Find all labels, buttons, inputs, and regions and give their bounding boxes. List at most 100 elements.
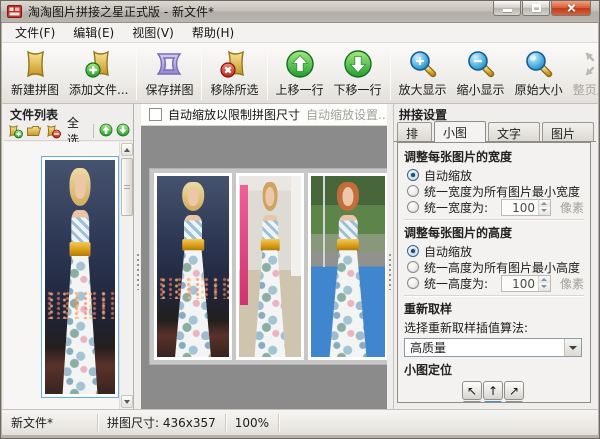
toolbar: 新建拼图 添加文件... 保存拼图 移除所选 上移一行 (2, 43, 598, 104)
menu-help[interactable]: 帮助(H) (183, 22, 243, 43)
file-thumbnail-selected[interactable] (41, 156, 119, 398)
section-divider (404, 219, 584, 220)
height-fixed-option[interactable]: 统一高度为: 100 像素 (404, 275, 584, 291)
menu-view[interactable]: 视图(V) (123, 22, 183, 43)
maximize-button[interactable] (522, 1, 550, 16)
scroll-up-icon[interactable] (121, 143, 133, 156)
minimize-button[interactable] (493, 1, 521, 16)
settings-panel: 拼接设置 排版 小图缩放 文字水印 图片水印 调整每张图片的宽度 自动缩放 统一… (393, 104, 596, 409)
tab-image-watermark[interactable]: 图片水印 (542, 122, 594, 141)
position-right-button[interactable]: → (504, 401, 524, 403)
collage-image-3[interactable] (308, 173, 387, 360)
file-list (4, 142, 133, 409)
collage-canvas[interactable] (141, 126, 387, 409)
autoscale-label[interactable]: 自动缩放以限制拼图尺寸 (168, 106, 300, 123)
position-left-button[interactable]: ← (462, 401, 482, 403)
title-bar[interactable]: 淘淘图片拼接之星正式版 - 新文件* (1, 1, 599, 23)
spinner-up-icon[interactable] (539, 200, 550, 208)
close-icon (566, 3, 577, 14)
position-up-right-button[interactable]: ↗ (504, 381, 524, 400)
menu-bar: 文件(F) 编辑(E) 视图(V) 帮助(H) (2, 23, 598, 43)
scroll-down-icon[interactable] (121, 395, 133, 408)
radio-icon[interactable] (407, 261, 419, 273)
actual-size-button[interactable]: 原始大小 (510, 46, 568, 99)
option-label: 统一宽度为: (424, 199, 488, 216)
add-file-icon[interactable] (7, 123, 23, 139)
spinner-up-icon[interactable] (539, 276, 550, 284)
move-file-up-icon[interactable] (99, 123, 113, 139)
save-collage-button[interactable]: 保存拼图 (140, 46, 198, 99)
maximize-icon (532, 4, 541, 12)
fit-page-icon (581, 48, 600, 80)
move-row-up-icon (284, 48, 316, 80)
radio-selected-icon[interactable] (407, 169, 419, 181)
move-row-up-button[interactable]: 上移一行 (271, 46, 329, 99)
spinner-down-icon[interactable] (539, 207, 550, 215)
scrollbar-thumb[interactable] (121, 158, 133, 216)
tab-image-scaling[interactable]: 小图缩放 (434, 121, 486, 142)
remove-selected-button[interactable]: 移除所选 (205, 46, 263, 99)
zoom-in-button[interactable]: 放大显示 (394, 46, 452, 99)
menu-file[interactable]: 文件(F) (6, 22, 64, 43)
photo-night (157, 176, 229, 357)
remove-file-icon[interactable] (45, 123, 61, 139)
menu-edit[interactable]: 编辑(E) (64, 22, 123, 43)
radio-icon[interactable] (407, 277, 419, 289)
figure-part (261, 239, 280, 251)
file-list-scrollbar[interactable] (119, 142, 133, 409)
resample-section-title: 重新取样 (404, 300, 584, 317)
toolbar-button-label: 下移一行 (334, 81, 382, 98)
position-up-left-button[interactable]: ↖ (462, 381, 482, 400)
autoscale-settings-link: 自动缩放设置... (306, 106, 389, 123)
status-file-name: 新文件* (2, 414, 98, 432)
unit-label: 像素 (560, 199, 584, 216)
close-button[interactable] (551, 1, 591, 16)
radio-selected-icon[interactable] (407, 245, 419, 257)
collage-image-1[interactable] (154, 173, 232, 360)
figure-part (337, 239, 359, 251)
unit-label: 像素 (560, 275, 584, 292)
move-file-down-icon[interactable] (116, 123, 130, 139)
tab-layout[interactable]: 排版 (397, 122, 432, 141)
option-label: 统一高度为所有图片最小高度 (424, 259, 580, 276)
new-collage-button[interactable]: 新建拼图 (6, 46, 64, 99)
autoscale-checkbox[interactable] (149, 108, 162, 121)
toolbar-button-label: 整页显示 (573, 81, 600, 98)
height-section-title: 调整每张图片的高度 (404, 224, 584, 241)
toolbar-button-label: 新建拼图 (11, 81, 59, 98)
tab-text-watermark[interactable]: 文字水印 (488, 122, 540, 141)
radio-icon[interactable] (407, 201, 419, 213)
spinner-down-icon[interactable] (539, 283, 550, 291)
toolbar-separator (201, 48, 202, 100)
main-area: 文件列表 全选 (2, 104, 598, 409)
width-auto-option[interactable]: 自动缩放 (404, 167, 584, 183)
toolbar-button-label: 保存拼图 (145, 81, 193, 98)
figure-part (70, 242, 91, 257)
photo-carpet (311, 176, 385, 357)
height-value-spinner[interactable]: 100 (501, 275, 551, 292)
add-files-button[interactable]: 添加文件... (64, 46, 133, 99)
figure-part (188, 187, 199, 206)
width-min-option[interactable]: 统一宽度为所有图片最小宽度 (404, 183, 584, 199)
zoom-in-icon (407, 48, 439, 80)
position-up-button[interactable]: ↑ (483, 381, 503, 400)
move-row-down-button[interactable]: 下移一行 (329, 46, 387, 99)
width-value-spinner[interactable]: 100 (501, 199, 551, 216)
chevron-down-icon[interactable] (564, 339, 581, 356)
radio-icon[interactable] (407, 185, 419, 197)
resample-select[interactable]: 高质量 (404, 338, 582, 357)
spinner-value: 100 (502, 200, 538, 215)
position-center-button[interactable] (483, 401, 503, 403)
width-fixed-option[interactable]: 统一宽度为: 100 像素 (404, 199, 584, 215)
figure-part (75, 174, 86, 199)
app-icon (7, 4, 22, 19)
toolbar-button-label: 添加文件... (69, 81, 128, 98)
option-label: 自动缩放 (424, 243, 472, 260)
open-folder-icon[interactable] (26, 123, 42, 139)
height-auto-option[interactable]: 自动缩放 (404, 243, 584, 259)
height-min-option[interactable]: 统一高度为所有图片最小高度 (404, 259, 584, 275)
zoom-out-button[interactable]: 缩小显示 (452, 46, 510, 99)
collage-image-2[interactable] (236, 173, 304, 360)
status-zoom-level: 100% (226, 414, 279, 432)
figure-part (63, 256, 98, 394)
